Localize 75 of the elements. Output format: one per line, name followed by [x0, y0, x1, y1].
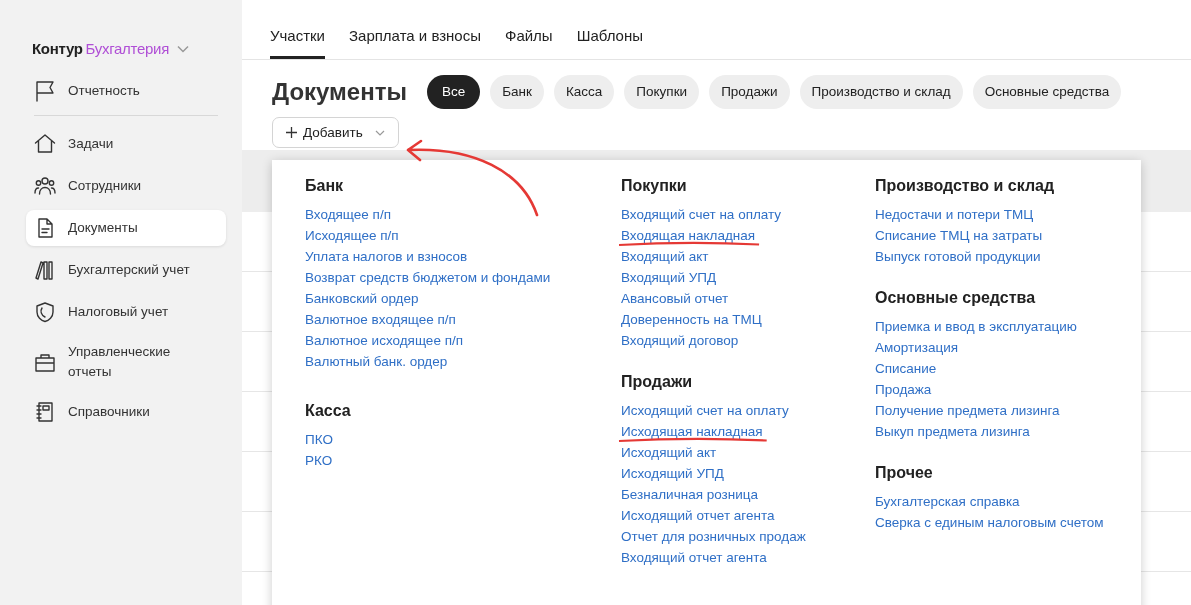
- page-title: Документы: [272, 78, 407, 106]
- books-icon: [34, 259, 56, 281]
- menu-link[interactable]: Возврат средств бюджетом и фондами: [305, 270, 551, 285]
- menu-link[interactable]: Доверенность на ТМЦ: [621, 312, 762, 327]
- people-icon: [34, 175, 56, 197]
- sidebar-item[interactable]: Управленческие отчеты: [26, 336, 226, 388]
- sidebar-item[interactable]: Налоговый учет: [26, 294, 226, 330]
- chevron-down-icon: [176, 44, 189, 53]
- filter-chip[interactable]: Все: [426, 75, 481, 109]
- chevron-down-icon: [374, 129, 385, 136]
- case-icon: [34, 351, 56, 373]
- menu-link[interactable]: Отчет для розничных продаж: [621, 529, 806, 544]
- menu-link[interactable]: Безналичная розница: [621, 487, 758, 502]
- menu-section-title: Продажи: [621, 373, 694, 391]
- menu-link[interactable]: Авансовый отчет: [621, 291, 729, 306]
- tab[interactable]: Файлы: [505, 27, 553, 59]
- filter-chip[interactable]: Банк: [490, 75, 544, 109]
- menu-link[interactable]: Выкуп предмета лизинга: [875, 424, 1030, 439]
- menu-link[interactable]: Входящий УПД: [621, 270, 717, 285]
- menu-link[interactable]: Продажа: [875, 382, 932, 397]
- menu-section-title: Прочее: [875, 464, 934, 482]
- menu-link[interactable]: Списание ТМЦ на затраты: [875, 228, 1043, 243]
- menu-link[interactable]: Выпуск готовой продукции: [875, 249, 1041, 264]
- menu-link[interactable]: Исходящий счет на оплату: [621, 403, 789, 418]
- tab[interactable]: Зарплата и взносы: [349, 27, 481, 59]
- sidebar-item[interactable]: Сотрудники: [26, 168, 226, 204]
- filter-chip[interactable]: Основные средства: [972, 75, 1122, 109]
- add-button[interactable]: Добавить: [272, 117, 399, 148]
- menu-section-title: Банк: [305, 177, 345, 195]
- menu-section-title: Покупки: [621, 177, 688, 195]
- menu-link[interactable]: Бухгалтерская справка: [875, 494, 1020, 509]
- menu-section-title: Основные средства: [875, 289, 1037, 307]
- menu-section-title: Производство и склад: [875, 177, 1056, 195]
- menu-link[interactable]: Приемка и ввод в эксплуатацию: [875, 319, 1077, 334]
- filter-chip[interactable]: Касса: [553, 75, 615, 109]
- menu-link[interactable]: Сверка с единым налоговым счетом: [875, 515, 1104, 530]
- product-switcher[interactable]: Контур Бухгалтерия: [32, 40, 226, 57]
- menu-link[interactable]: Амортизация: [875, 340, 958, 355]
- tab[interactable]: Участки: [270, 27, 325, 59]
- menu-link[interactable]: Входящий отчет агента: [621, 550, 767, 565]
- plus-icon: [286, 127, 297, 138]
- menu-link[interactable]: Валютное исходящее п/п: [305, 333, 463, 348]
- menu-link[interactable]: Входящий акт: [621, 249, 709, 264]
- menu-link[interactable]: Исходящая накладная: [621, 424, 763, 439]
- sidebar-item[interactable]: Справочники: [26, 394, 226, 430]
- flag-icon: [34, 80, 56, 102]
- menu-link[interactable]: Исходящее п/п: [305, 228, 399, 243]
- tab[interactable]: Шаблоны: [576, 27, 643, 59]
- sidebar-item[interactable]: Бухгалтерский учет: [26, 252, 226, 288]
- menu-link[interactable]: Исходящий УПД: [621, 466, 724, 481]
- menu-link[interactable]: Исходящий акт: [621, 445, 717, 460]
- menu-link[interactable]: Валютный банк. ордер: [305, 354, 448, 369]
- menu-link[interactable]: Входящий счет на оплату: [621, 207, 782, 222]
- notebook-icon: [34, 401, 56, 423]
- menu-link[interactable]: Получение предмета лизинга: [875, 403, 1060, 418]
- menu-link[interactable]: Списание: [875, 361, 937, 376]
- sidebar-item[interactable]: Документы: [26, 210, 226, 246]
- menu-link[interactable]: Недостачи и потери ТМЦ: [875, 207, 1034, 222]
- menu-link[interactable]: Исходящий отчет агента: [621, 508, 775, 523]
- home-icon: [34, 133, 56, 155]
- menu-link[interactable]: Входящее п/п: [305, 207, 391, 222]
- filter-chip[interactable]: Продажи: [709, 75, 790, 109]
- sidebar-item[interactable]: Задачи: [26, 126, 226, 162]
- filter-chip[interactable]: Покупки: [624, 75, 700, 109]
- sidebar-item[interactable]: Отчетность: [26, 73, 226, 109]
- menu-link[interactable]: Входящий договор: [621, 333, 739, 348]
- filter-chip[interactable]: Производство и склад: [799, 75, 963, 109]
- menu-section-title: Касса: [305, 402, 352, 420]
- menu-link[interactable]: Уплата налогов и взносов: [305, 249, 468, 264]
- menu-link[interactable]: РКО: [305, 453, 333, 468]
- menu-link[interactable]: Входящая накладная: [621, 228, 756, 243]
- menu-link[interactable]: Валютное входящее п/п: [305, 312, 456, 327]
- menu-link[interactable]: ПКО: [305, 432, 333, 447]
- menu-link[interactable]: Банковский ордер: [305, 291, 419, 306]
- shield-icon: [34, 301, 56, 323]
